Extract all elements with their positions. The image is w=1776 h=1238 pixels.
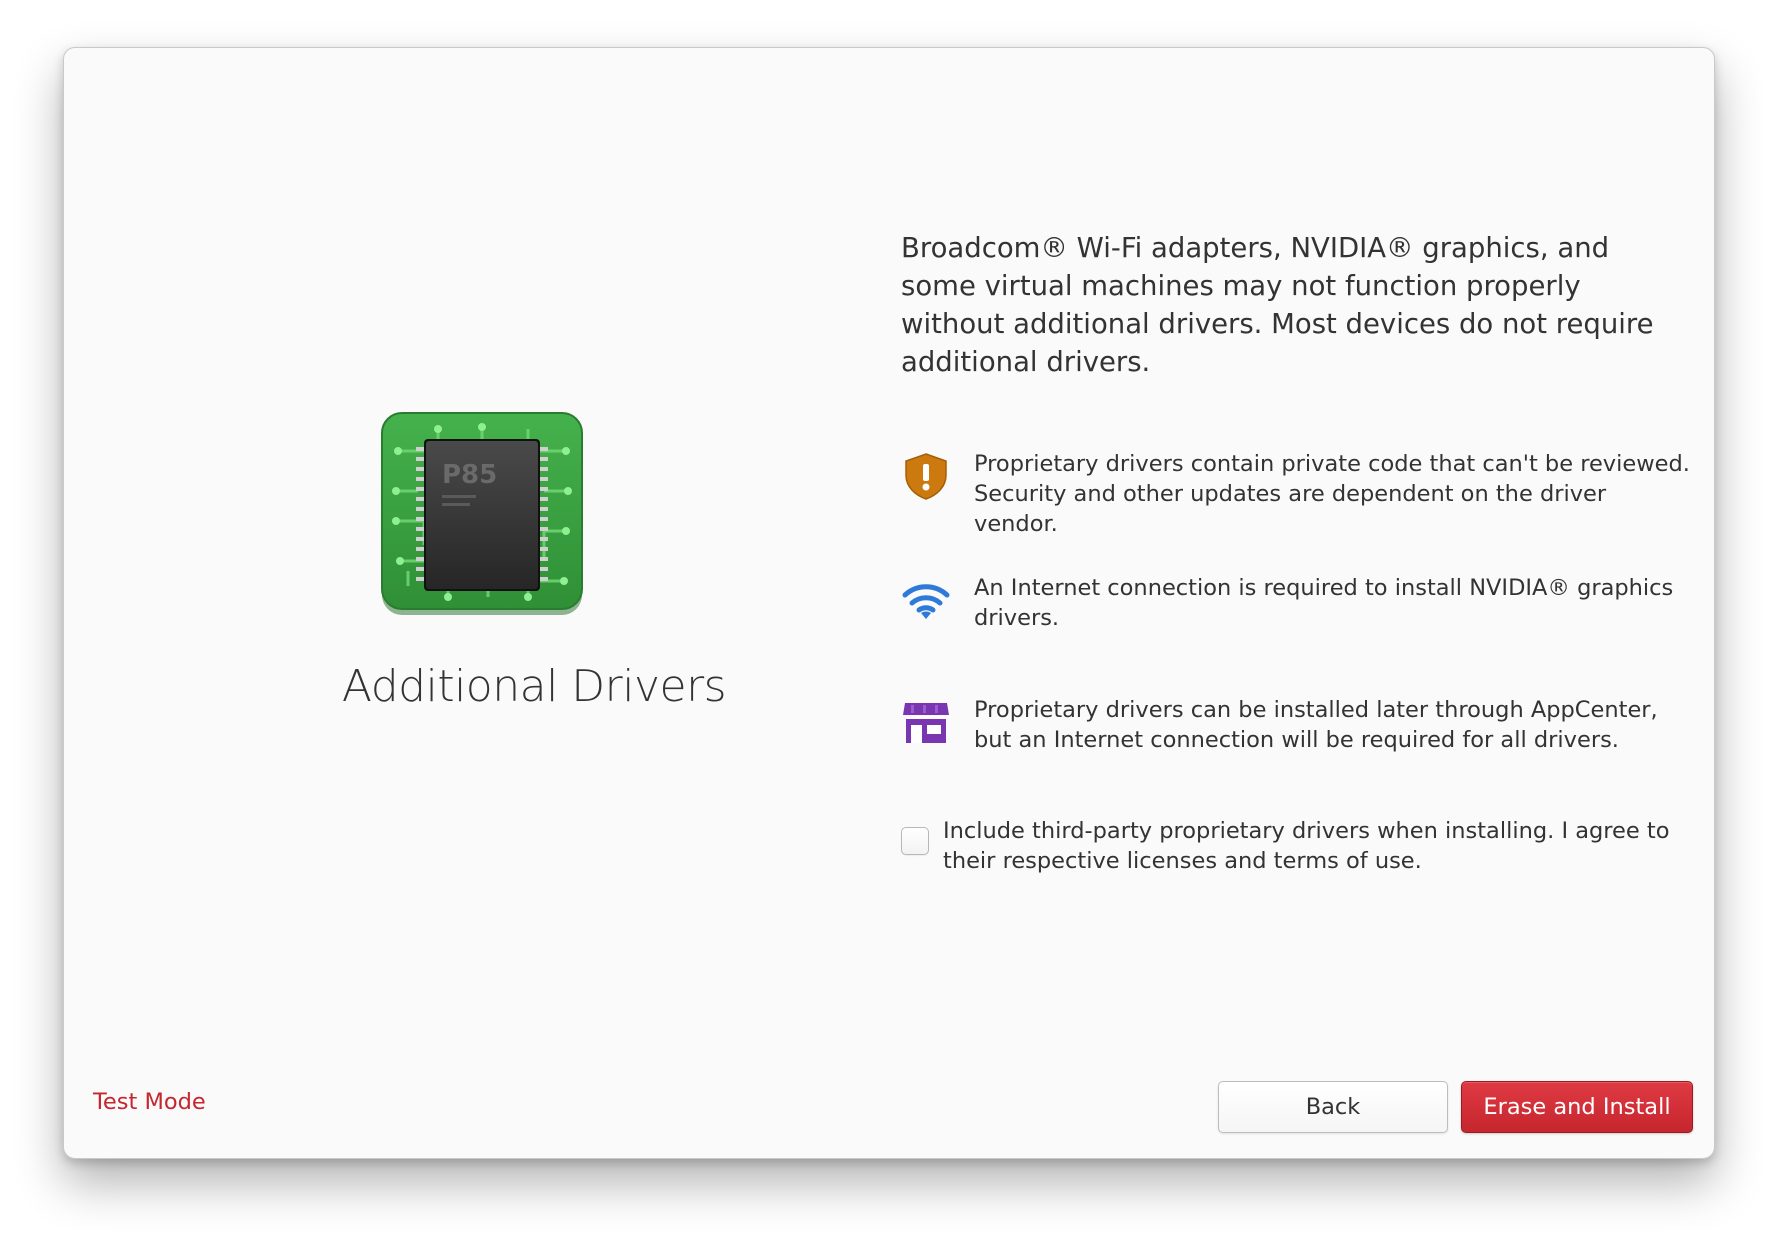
installer-window: P85 Additional Drivers Broadcom® Wi-Fi a… xyxy=(63,47,1715,1159)
shield-warning-icon xyxy=(901,451,951,501)
chip-label: P85 xyxy=(442,460,497,490)
description-text: Broadcom® Wi-Fi adapters, NVIDIA® graphi… xyxy=(901,232,1654,378)
info-text-proprietary: Proprietary drivers contain private code… xyxy=(974,451,1690,537)
back-button[interactable]: Back xyxy=(1218,1081,1448,1133)
erase-and-install-button[interactable]: Erase and Install xyxy=(1461,1081,1693,1133)
proprietary-drivers-checkbox[interactable] xyxy=(901,827,929,855)
wifi-icon xyxy=(901,575,951,625)
page-title: Additional Drivers xyxy=(341,661,727,712)
info-text-internet: An Internet connection is required to in… xyxy=(974,575,1674,631)
appcenter-store-icon xyxy=(901,697,951,747)
checkbox-label[interactable]: Include third-party proprietary drivers … xyxy=(943,816,1683,876)
info-text-appcenter: Proprietary drivers can be installed lat… xyxy=(974,697,1658,753)
test-mode-label: Test Mode xyxy=(93,1089,206,1115)
chip-icon: P85 xyxy=(378,411,586,619)
